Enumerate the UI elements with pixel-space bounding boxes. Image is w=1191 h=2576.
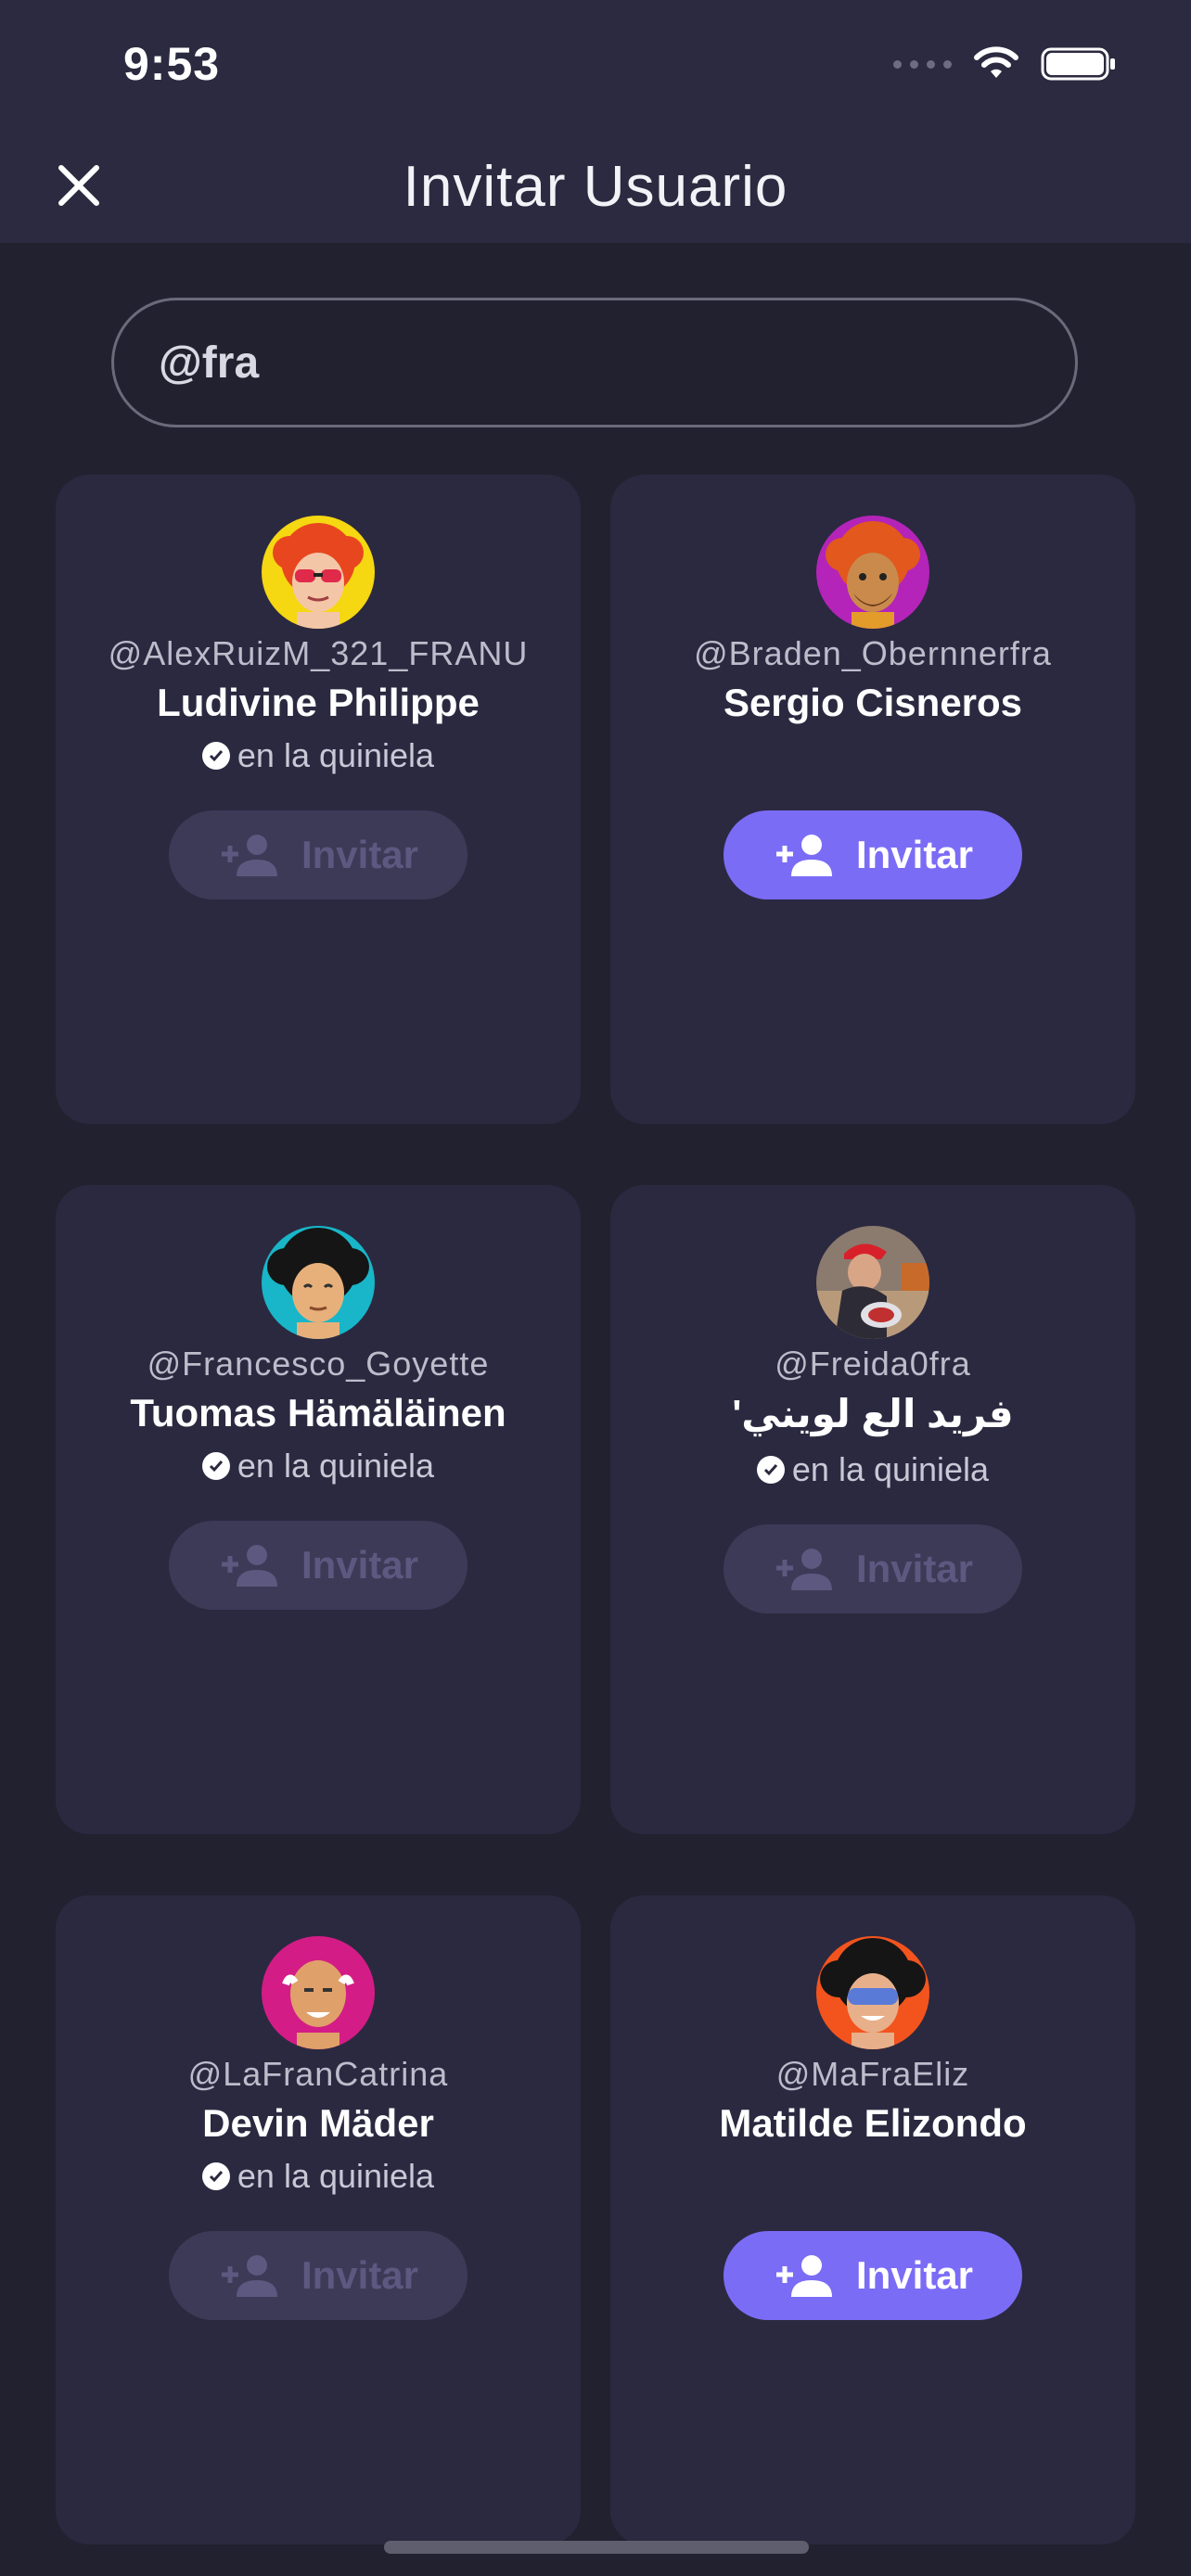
avatar-red-curly-sunglasses-icon	[262, 516, 375, 629]
invite-button[interactable]: Invitar	[724, 2231, 1022, 2320]
user-handle: @LaFranCatrina	[187, 2055, 449, 2093]
user-name: Matilde Elizondo	[719, 2101, 1027, 2145]
invite-label: Invitar	[301, 2253, 419, 2297]
check-icon	[201, 742, 230, 770]
user-handle: @Braden_Obernnerfra	[694, 634, 1052, 672]
status-text: en la quiniela	[237, 736, 435, 774]
avatar-afro-visor-icon	[816, 1936, 929, 2049]
avatar-orange-beard-icon	[816, 516, 929, 629]
invite-button[interactable]: Invitar	[169, 810, 467, 899]
add-user-icon	[221, 2255, 277, 2297]
invite-label: Invitar	[855, 833, 974, 876]
status-badge: en la quiniela	[56, 1447, 581, 1486]
check-icon	[756, 1456, 785, 1484]
check-icon	[201, 2162, 230, 2190]
search-input[interactable]	[157, 336, 995, 389]
status-badge: en la quiniela	[610, 1450, 1135, 1489]
invite-label: Invitar	[301, 833, 419, 876]
invite-button[interactable]: Invitar	[169, 2231, 467, 2320]
user-card: @Freida0fra فريد الع لويني' en la quinie…	[610, 1185, 1135, 1834]
invite-label: Invitar	[301, 1543, 419, 1587]
user-handle: @Francesco_Goyette	[147, 1345, 490, 1383]
status-text: en la quiniela	[237, 2157, 435, 2195]
add-user-icon	[221, 1545, 277, 1587]
avatar-photo-red-cap-icon	[816, 1226, 929, 1339]
avatar-black-afro-icon	[262, 1226, 375, 1339]
user-card: @LaFranCatrina Devin Mäder en la quiniel…	[56, 1895, 581, 2544]
user-card: @Francesco_Goyette Tuomas Hämäläinen en …	[56, 1185, 581, 1834]
user-name: Ludivine Philippe	[157, 681, 480, 724]
user-handle: @Freida0fra	[775, 1345, 971, 1383]
status-badge: en la quiniela	[56, 736, 581, 775]
page-title: Invitar Usuario	[403, 155, 788, 219]
invite-button[interactable]: Invitar	[724, 1524, 1022, 1613]
wifi-icon	[974, 46, 1018, 78]
signal-icon	[893, 59, 952, 69]
user-handle: @AlexRuizM_321_FRANU	[108, 634, 529, 672]
user-card: @AlexRuizM_321_FRANU Ludivine Philippe e…	[56, 475, 581, 1124]
user-handle: @MaFraEliz	[775, 2055, 970, 2093]
add-user-icon	[775, 835, 832, 876]
invite-button[interactable]: Invitar	[724, 810, 1022, 899]
add-user-icon	[775, 2255, 832, 2297]
invite-label: Invitar	[855, 2253, 974, 2297]
check-icon	[201, 1452, 230, 1480]
user-name: Tuomas Hämäläinen	[130, 1391, 506, 1435]
avatar-pink-bald-icon	[262, 1936, 375, 2049]
user-card: @MaFraEliz Matilde Elizondo Invitar	[610, 1895, 1135, 2544]
search-field[interactable]	[111, 298, 1078, 427]
status-text: en la quiniela	[237, 1447, 435, 1485]
battery-icon	[1041, 47, 1115, 81]
user-card: @Braden_Obernnerfra Sergio Cisneros Invi…	[610, 475, 1135, 1124]
home-indicator[interactable]	[384, 2541, 809, 2554]
status-badge: en la quiniela	[56, 2157, 581, 2196]
user-name: فريد الع لويني'	[732, 1392, 1014, 1435]
top-bar: 9:53 Invitar Usuario	[0, 0, 1191, 243]
add-user-icon	[775, 1549, 832, 1590]
user-name: Sergio Cisneros	[723, 681, 1023, 724]
invite-button[interactable]: Invitar	[169, 1521, 467, 1610]
status-text: en la quiniela	[791, 1450, 990, 1488]
status-time: 9:53	[123, 38, 221, 90]
add-user-icon	[221, 835, 277, 876]
invite-label: Invitar	[855, 1547, 974, 1590]
status-icons	[893, 46, 1117, 82]
user-name: Devin Mäder	[202, 2101, 434, 2145]
